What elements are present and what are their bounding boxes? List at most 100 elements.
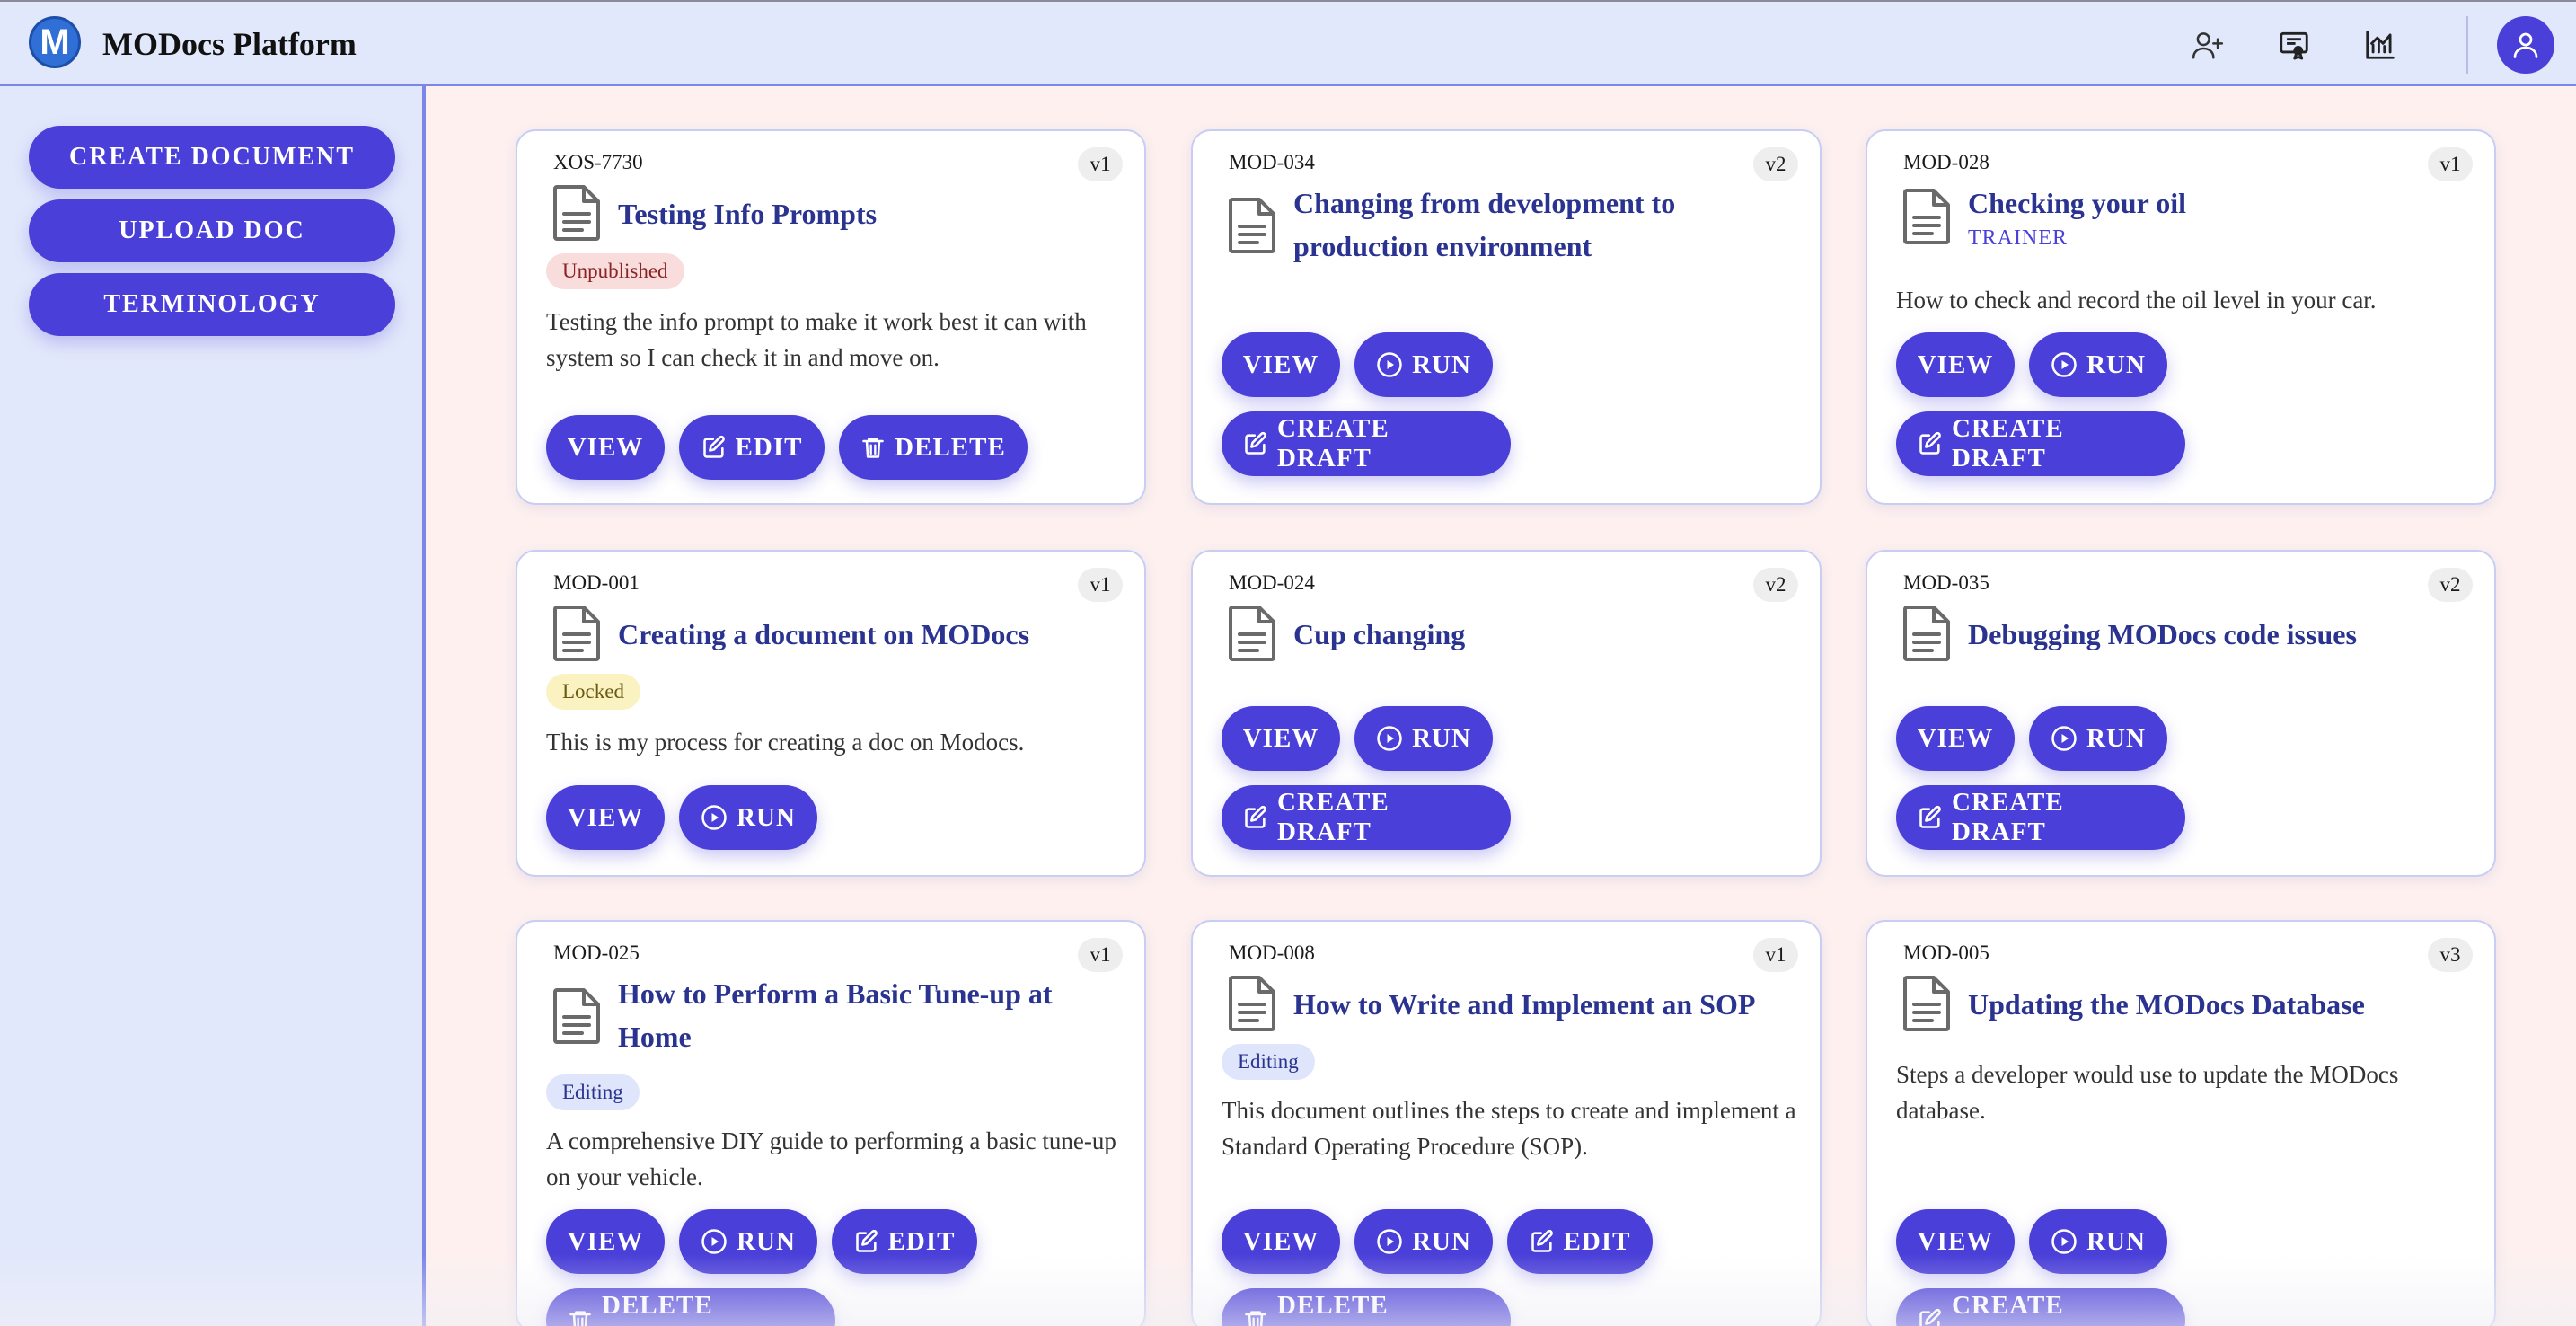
run-button[interactable]: RUN [679, 1209, 817, 1274]
document-card-mod-028[interactable]: MOD-028 v1 Checking your oil TRAINER How… [1866, 129, 2496, 505]
document-card-mod-008[interactable]: MOD-008 v1 How to Write and Implement an… [1191, 920, 1822, 1326]
delete-draft-button[interactable]: DELETE DRAFT [1222, 1288, 1511, 1326]
edit-button[interactable]: EDIT [679, 415, 825, 480]
run-button[interactable]: RUN [2029, 332, 2167, 397]
document-card-mod-025[interactable]: MOD-025 v1 How to Perform a Basic Tune-u… [516, 920, 1146, 1326]
view-button[interactable]: VIEW [1896, 706, 2015, 771]
document-icon [1227, 604, 1277, 663]
upload-doc-button[interactable]: UPLOAD DOC [29, 199, 395, 262]
version-badge: v1 [1078, 147, 1123, 181]
delete-button[interactable]: DELETE [839, 415, 1028, 480]
version-badge: v2 [1753, 147, 1798, 181]
certificate-icon[interactable] [2276, 27, 2312, 63]
terminology-button[interactable]: TERMINOLOGY [29, 273, 395, 336]
status-badge: Editing [1222, 1044, 1315, 1080]
view-label: VIEW [1917, 723, 1994, 753]
status-badge: Editing [546, 1074, 640, 1110]
document-icon [1901, 974, 1952, 1033]
run-button[interactable]: RUN [2029, 1209, 2167, 1274]
view-button[interactable]: VIEW [1222, 1209, 1340, 1274]
app-logo[interactable]: M [29, 16, 81, 68]
edit-button[interactable]: EDIT [832, 1209, 977, 1274]
view-button[interactable]: VIEW [1896, 332, 2015, 397]
run-button[interactable]: RUN [1354, 706, 1493, 771]
user-avatar-button[interactable] [2497, 16, 2554, 74]
document-card-mod-035[interactable]: MOD-035 v2 Debugging MODocs code issues … [1866, 550, 2496, 877]
edit-icon [701, 435, 727, 460]
document-card-mod-024[interactable]: MOD-024 v2 Cup changing VIEW RUN CREATE … [1191, 550, 1822, 877]
document-title[interactable]: Updating the MODocs Database [1968, 983, 2471, 1026]
view-button[interactable]: VIEW [1222, 332, 1340, 397]
version-badge: v1 [1753, 938, 1798, 972]
edit-label: EDIT [887, 1226, 956, 1256]
document-code: MOD-034 [1229, 151, 1315, 173]
document-description: This document outlines the steps to crea… [1222, 1097, 1796, 1160]
document-title[interactable]: Testing Info Prompts [618, 192, 1121, 235]
document-title[interactable]: Creating a document on MODocs [618, 613, 1121, 656]
document-card-mod-005[interactable]: MOD-005 v3 Updating the MODocs Database … [1866, 920, 2496, 1326]
document-description: A comprehensive DIY guide to performing … [546, 1127, 1116, 1190]
document-title[interactable]: How to Perform a Basic Tune-up at Home [618, 972, 1121, 1058]
document-title[interactable]: Debugging MODocs code issues [1968, 613, 2471, 656]
create-document-button[interactable]: CREATE DOCUMENT [29, 126, 395, 189]
create-draft-label: CREATE DRAFT [1277, 414, 1389, 473]
play-circle-icon [1376, 1228, 1403, 1255]
document-card-mod-034[interactable]: MOD-034 v2 Changing from development to … [1191, 129, 1822, 505]
run-label: RUN [737, 802, 796, 832]
create-draft-label: CREATE DRAFT [1952, 788, 2064, 846]
document-icon [551, 183, 602, 243]
app-title: MODocs Platform [102, 26, 357, 62]
version-badge: v1 [2428, 147, 2473, 181]
run-button[interactable]: RUN [2029, 706, 2167, 771]
play-circle-icon [1376, 351, 1403, 378]
create-draft-label: CREATE DRAFT [1952, 414, 2064, 473]
analytics-chart-icon[interactable] [2362, 27, 2398, 63]
view-label: VIEW [1242, 723, 1319, 753]
document-description: Steps a developer would use to update th… [1896, 1061, 2399, 1124]
play-circle-icon [2051, 725, 2078, 752]
edit-button[interactable]: EDIT [1507, 1209, 1653, 1274]
document-card-xos-7730[interactable]: XOS-7730 v1 Testing Info Prompts Unpubli… [516, 129, 1146, 505]
view-button[interactable]: VIEW [546, 415, 665, 480]
version-badge: v2 [1753, 568, 1798, 602]
run-button[interactable]: RUN [679, 785, 817, 850]
document-code: MOD-001 [553, 571, 640, 594]
version-badge: v1 [1078, 938, 1123, 972]
document-icon [1901, 604, 1952, 663]
delete-draft-label: DELETE DRAFT [1277, 1291, 1389, 1326]
document-code: XOS-7730 [553, 151, 643, 173]
run-button[interactable]: RUN [1354, 332, 1493, 397]
view-button[interactable]: VIEW [1222, 706, 1340, 771]
document-title[interactable]: Changing from development to production … [1293, 181, 1796, 268]
delete-draft-button[interactable]: DELETE DRAFT [546, 1288, 835, 1326]
view-button[interactable]: VIEW [546, 1209, 665, 1274]
view-label: VIEW [567, 1226, 644, 1256]
run-button[interactable]: RUN [1354, 1209, 1493, 1274]
view-button[interactable]: VIEW [1896, 1209, 2015, 1274]
add-user-icon[interactable] [2190, 27, 2226, 63]
header-divider [2466, 16, 2468, 74]
view-label: VIEW [1242, 1226, 1319, 1256]
run-label: RUN [1412, 723, 1471, 753]
play-circle-icon [2051, 1228, 2078, 1255]
document-code: MOD-024 [1229, 571, 1315, 594]
top-app-bar: M MODocs Platform [0, 0, 2576, 86]
document-subtitle: TRAINER [1968, 226, 2068, 250]
document-card-mod-001[interactable]: MOD-001 v1 Creating a document on MODocs… [516, 550, 1146, 877]
document-icon [1227, 974, 1277, 1033]
document-title[interactable]: How to Write and Implement an SOP [1293, 983, 1796, 1026]
create-draft-button[interactable]: CREATE DRAFT [1222, 411, 1511, 476]
create-draft-button[interactable]: CREATE DRAFT [1896, 411, 2185, 476]
create-draft-button[interactable]: CREATE DRAFT [1222, 785, 1511, 850]
play-circle-icon [701, 1228, 728, 1255]
user-icon [2513, 32, 2538, 58]
view-button[interactable]: VIEW [546, 785, 665, 850]
create-draft-button[interactable]: CREATE DRAFT [1896, 1288, 2185, 1326]
document-code: MOD-025 [553, 941, 640, 964]
document-title[interactable]: Checking your oil [1968, 181, 2471, 225]
create-draft-button[interactable]: CREATE DRAFT [1896, 785, 2185, 850]
edit-icon [1243, 805, 1268, 830]
run-label: RUN [1412, 1226, 1471, 1256]
view-label: VIEW [1917, 349, 1994, 379]
document-title[interactable]: Cup changing [1293, 613, 1796, 656]
